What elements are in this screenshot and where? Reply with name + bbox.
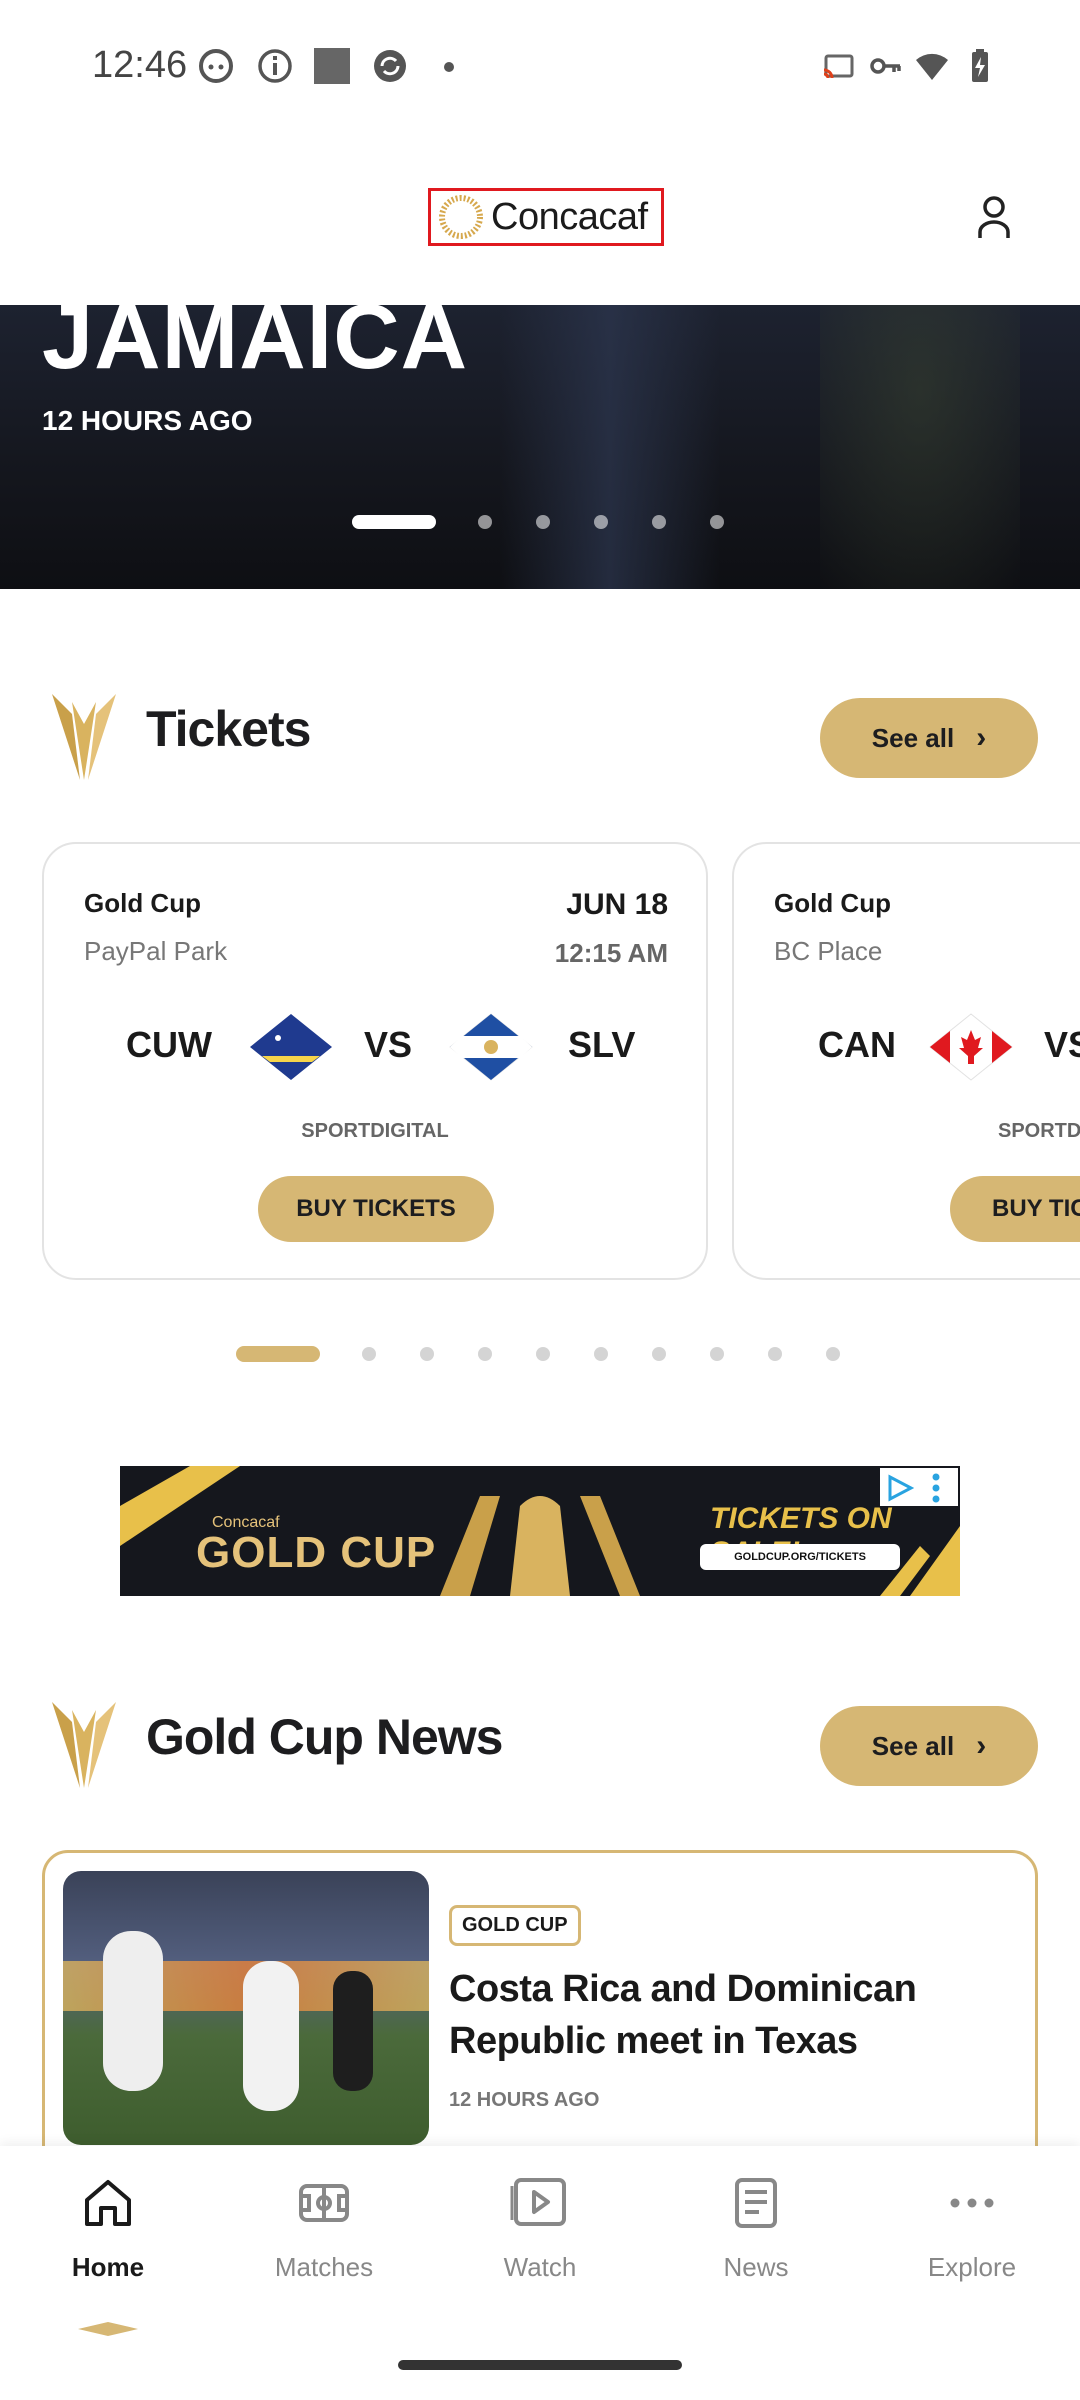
see-all-label: See all: [871, 1730, 955, 1761]
ad-banner[interactable]: Concacaf GOLD CUP TICKETS ON SALE! GOLDC…: [120, 1466, 960, 1596]
chevron-right-icon: ›: [976, 721, 987, 754]
news-article-image: [63, 1871, 429, 2145]
tickets-pager-dot[interactable]: [420, 1347, 434, 1361]
gesture-handle[interactable]: [398, 2360, 682, 2370]
info-icon: [258, 49, 292, 83]
hero-player-shadow: [500, 305, 720, 589]
ticket-competition: Gold Cup: [774, 888, 891, 918]
android-face-icon: [199, 49, 233, 83]
nav-watch[interactable]: Watch: [432, 2176, 648, 2306]
curacao-flag-icon: [250, 1014, 332, 1080]
nav-label: Home: [71, 2252, 145, 2282]
ticket-card[interactable]: Gold Cup PayPal Park JUN 18 12:15 AM CUW…: [42, 842, 708, 1280]
wifi-icon: [916, 53, 948, 80]
home-icon: [85, 2180, 131, 2226]
more-icon: [950, 2198, 994, 2208]
tickets-section-title: Tickets: [146, 701, 311, 757]
ticket-venue: PayPal Park: [84, 936, 228, 966]
hero-time: 12 HOURS AGO: [42, 405, 253, 436]
cast-icon: [823, 54, 854, 79]
nav-label: News: [723, 2252, 789, 2282]
hero-title: JAMAICA: [42, 305, 469, 388]
vpn-key-icon: [870, 58, 901, 74]
el-salvador-flag-icon: [449, 1013, 533, 1081]
nav-matches[interactable]: Matches: [216, 2176, 432, 2306]
play-icon: [510, 2178, 566, 2226]
concacaf-logo[interactable]: Concacaf: [428, 188, 664, 246]
app-header: Concacaf: [0, 130, 1080, 305]
tickets-pager-dot[interactable]: [594, 1347, 608, 1361]
hero-pager-dot[interactable]: [710, 515, 724, 529]
status-time: 12:46: [92, 44, 188, 86]
news-section-title: Gold Cup News: [146, 1709, 503, 1765]
ad-brand: GOLD CUP: [196, 1528, 437, 1577]
hero-pager-dot[interactable]: [594, 515, 608, 529]
active-indicator: [78, 2322, 138, 2336]
battery-charging-icon: [972, 49, 988, 82]
square-icon: [314, 48, 350, 84]
tickets-pager-dot[interactable]: [536, 1347, 550, 1361]
hero-pager-dot[interactable]: [478, 515, 492, 529]
home-team-code: CAN: [818, 1024, 896, 1065]
see-all-label: See all: [871, 722, 955, 753]
nav-label: Matches: [274, 2252, 374, 2282]
status-bar: 12:46: [0, 0, 1080, 130]
tickets-pager-dot[interactable]: [652, 1347, 666, 1361]
gold-cup-trophy-icon: [52, 694, 116, 780]
tickets-pager-dot[interactable]: [362, 1347, 376, 1361]
ticket-venue: BC Place: [774, 936, 883, 966]
tickets-pager-dot[interactable]: [710, 1347, 724, 1361]
broadcaster: SPORTDIGITAL: [301, 1120, 449, 1142]
person-icon[interactable]: [972, 194, 1016, 242]
nav-home[interactable]: Home: [0, 2176, 216, 2306]
news-tag: GOLD CUP: [449, 1905, 581, 1946]
ticket-competition: Gold Cup: [84, 888, 201, 918]
nav-label: Watch: [503, 2252, 577, 2282]
ad-url: GOLDCUP.ORG/TICKETS: [700, 1544, 900, 1570]
adchoices-icon: [888, 1474, 914, 1502]
tickets-pager-dot[interactable]: [768, 1347, 782, 1361]
versus-label: VS: [1044, 1024, 1080, 1065]
tickets-pager-dot[interactable]: [478, 1347, 492, 1361]
sync-icon: [374, 50, 406, 82]
gold-cup-trophy-icon: [52, 1702, 116, 1788]
article-icon: [735, 2178, 777, 2228]
nav-news[interactable]: News: [648, 2176, 864, 2306]
news-see-all-button[interactable]: See all ›: [820, 1706, 1038, 1786]
canada-flag-icon: [929, 1013, 1013, 1081]
hero-pager-dot[interactable]: [652, 515, 666, 529]
stadium-icon: [299, 2184, 349, 2222]
buy-tickets-button[interactable]: BUY TICKETS: [258, 1176, 494, 1242]
home-team-code: CUW: [126, 1024, 212, 1065]
concacaf-sun-icon: [439, 195, 483, 239]
hero-carousel[interactable]: JAMAICA 12 HOURS AGO: [0, 305, 1080, 589]
versus-label: VS: [364, 1024, 413, 1065]
ticket-date: JUN 18: [566, 888, 668, 921]
tickets-see-all-button[interactable]: See all ›: [820, 698, 1038, 778]
hero-pager-active[interactable]: [352, 515, 436, 529]
dot-icon: [444, 62, 454, 72]
logo-text: Concacaf: [491, 195, 648, 238]
news-headline: Costa Rica and Dominican Republic meet i…: [449, 1968, 917, 2062]
ad-choices[interactable]: [880, 1468, 958, 1506]
news-article-card[interactable]: GOLD CUP Costa Rica and Dominican Republ…: [42, 1850, 1038, 2180]
nav-explore[interactable]: Explore: [864, 2176, 1080, 2306]
ticket-time: 12:15 AM: [554, 938, 668, 968]
news-time: 12 HOURS AGO: [449, 2089, 600, 2111]
buy-tickets-button[interactable]: BUY TIC: [950, 1176, 1080, 1242]
chevron-right-icon: ›: [976, 1729, 987, 1762]
more-vertical-icon: [932, 1473, 940, 1503]
broadcaster: SPORTDI: [998, 1120, 1080, 1142]
hero-player-shadow-2: [820, 305, 1020, 589]
tickets-pager-dot[interactable]: [826, 1347, 840, 1361]
tickets-pager-active[interactable]: [236, 1346, 320, 1362]
ticket-card[interactable]: Gold Cup BC Place CAN VS SPORTDI BUY TIC: [732, 842, 1080, 1280]
away-team-code: SLV: [568, 1024, 636, 1065]
nav-label: Explore: [927, 2252, 1017, 2282]
hero-pager-dot[interactable]: [536, 515, 550, 529]
